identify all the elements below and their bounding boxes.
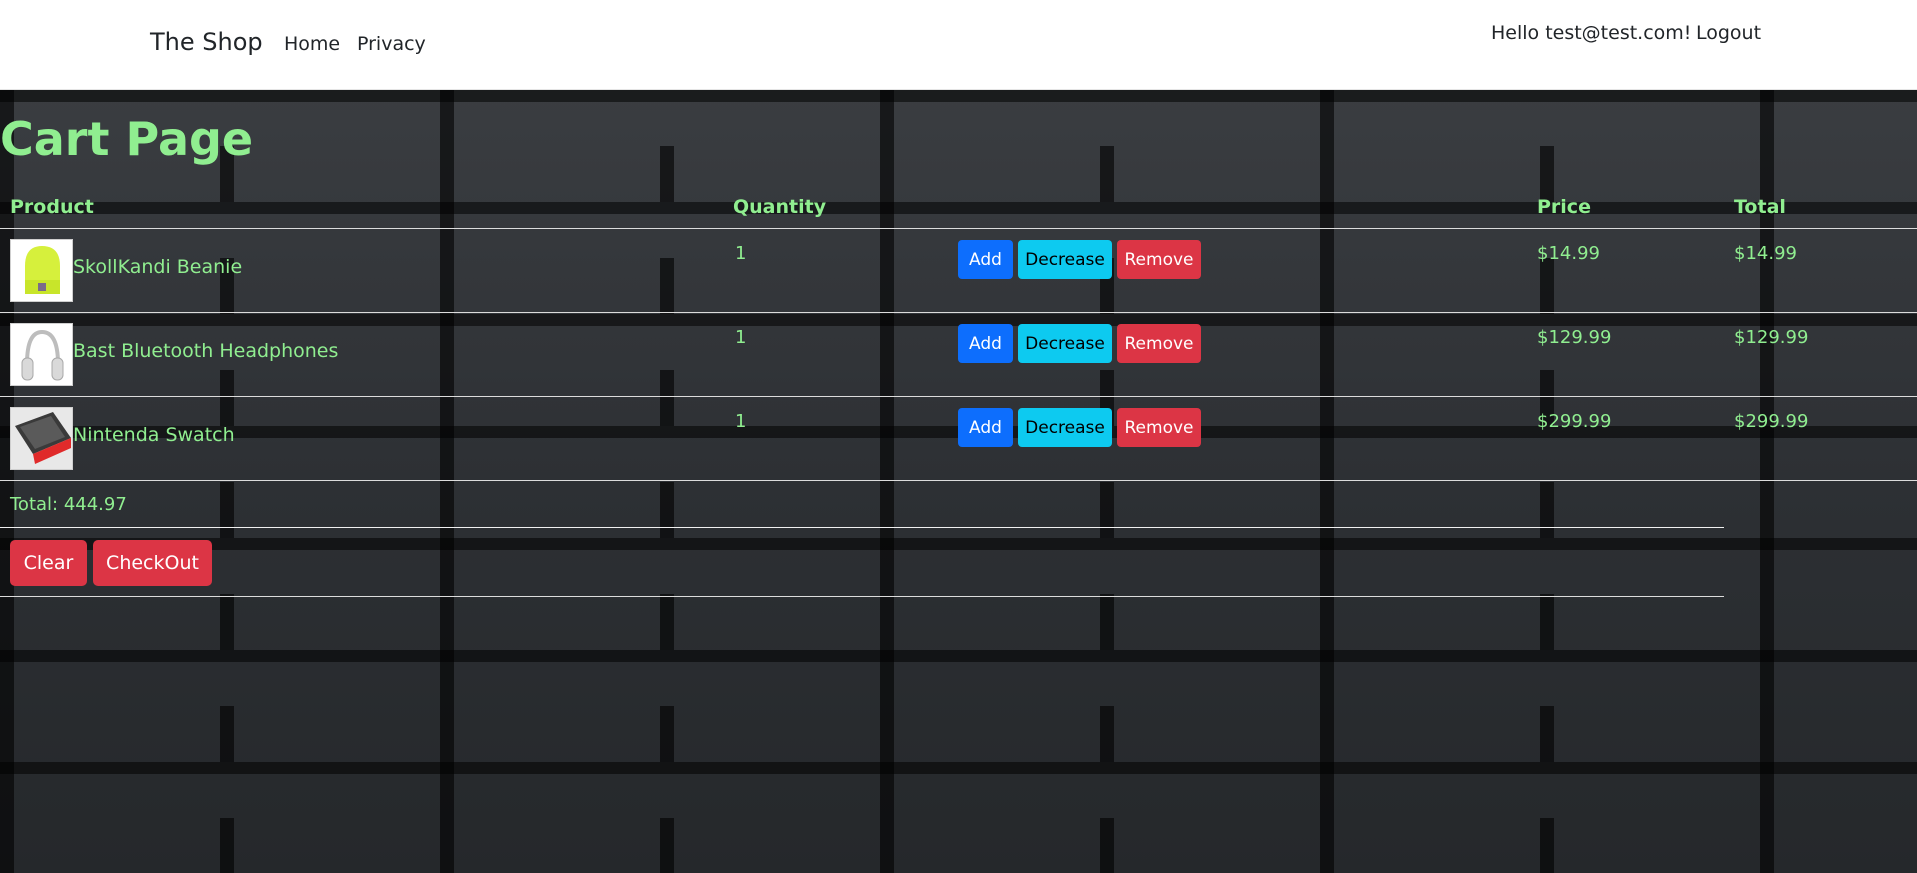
- product-name[interactable]: Bast Bluetooth Headphones: [73, 340, 338, 362]
- brand-link[interactable]: The Shop: [150, 28, 263, 56]
- quantity-value: 1: [735, 327, 747, 348]
- table-row: SkollKandi Beanie 1 Add Decrease Remove …: [0, 229, 1917, 313]
- add-button[interactable]: Add: [958, 240, 1013, 279]
- total-value: $129.99: [1734, 327, 1809, 348]
- column-header-total: Total: [1734, 196, 1786, 218]
- headphones-thumbnail-icon: [10, 323, 73, 386]
- console-thumbnail-icon: [10, 407, 73, 470]
- clear-cart-button[interactable]: Clear: [10, 540, 87, 586]
- summary-divider: [0, 596, 1724, 597]
- column-header-price: Price: [1537, 196, 1591, 218]
- price-value: $299.99: [1537, 411, 1612, 432]
- decrease-button[interactable]: Decrease: [1018, 240, 1112, 279]
- beanie-thumbnail-icon: [10, 239, 73, 302]
- remove-button[interactable]: Remove: [1117, 324, 1201, 363]
- product-name[interactable]: SkollKandi Beanie: [73, 256, 242, 278]
- column-header-product: Product: [10, 196, 94, 218]
- table-divider: [0, 480, 1917, 481]
- add-button[interactable]: Add: [958, 408, 1013, 447]
- product-name[interactable]: Nintenda Swatch: [73, 424, 235, 446]
- nav-privacy-link[interactable]: Privacy: [357, 33, 426, 55]
- column-header-quantity: Quantity: [733, 196, 827, 218]
- total-value: $299.99: [1734, 411, 1809, 432]
- remove-button[interactable]: Remove: [1117, 240, 1201, 279]
- decrease-button[interactable]: Decrease: [1018, 324, 1112, 363]
- nav-home-link[interactable]: Home: [284, 33, 340, 55]
- cart-total-text: Total: 444.97: [10, 494, 127, 515]
- price-value: $129.99: [1537, 327, 1612, 348]
- add-button[interactable]: Add: [958, 324, 1013, 363]
- top-navbar: The Shop Home Privacy Hello test@test.co…: [0, 0, 1917, 90]
- page-title: Cart Page: [0, 112, 254, 166]
- summary-divider: [0, 527, 1724, 528]
- logout-link[interactable]: Logout: [1696, 22, 1761, 44]
- table-row: Nintenda Swatch 1 Add Decrease Remove $2…: [0, 397, 1917, 481]
- quantity-value: 1: [735, 243, 747, 264]
- decrease-button[interactable]: Decrease: [1018, 408, 1112, 447]
- price-value: $14.99: [1537, 243, 1600, 264]
- remove-button[interactable]: Remove: [1117, 408, 1201, 447]
- quantity-value: 1: [735, 411, 747, 432]
- total-value: $14.99: [1734, 243, 1797, 264]
- checkout-button[interactable]: CheckOut: [93, 540, 212, 586]
- table-row: Bast Bluetooth Headphones 1 Add Decrease…: [0, 313, 1917, 397]
- user-greeting[interactable]: Hello test@test.com!: [1491, 22, 1691, 44]
